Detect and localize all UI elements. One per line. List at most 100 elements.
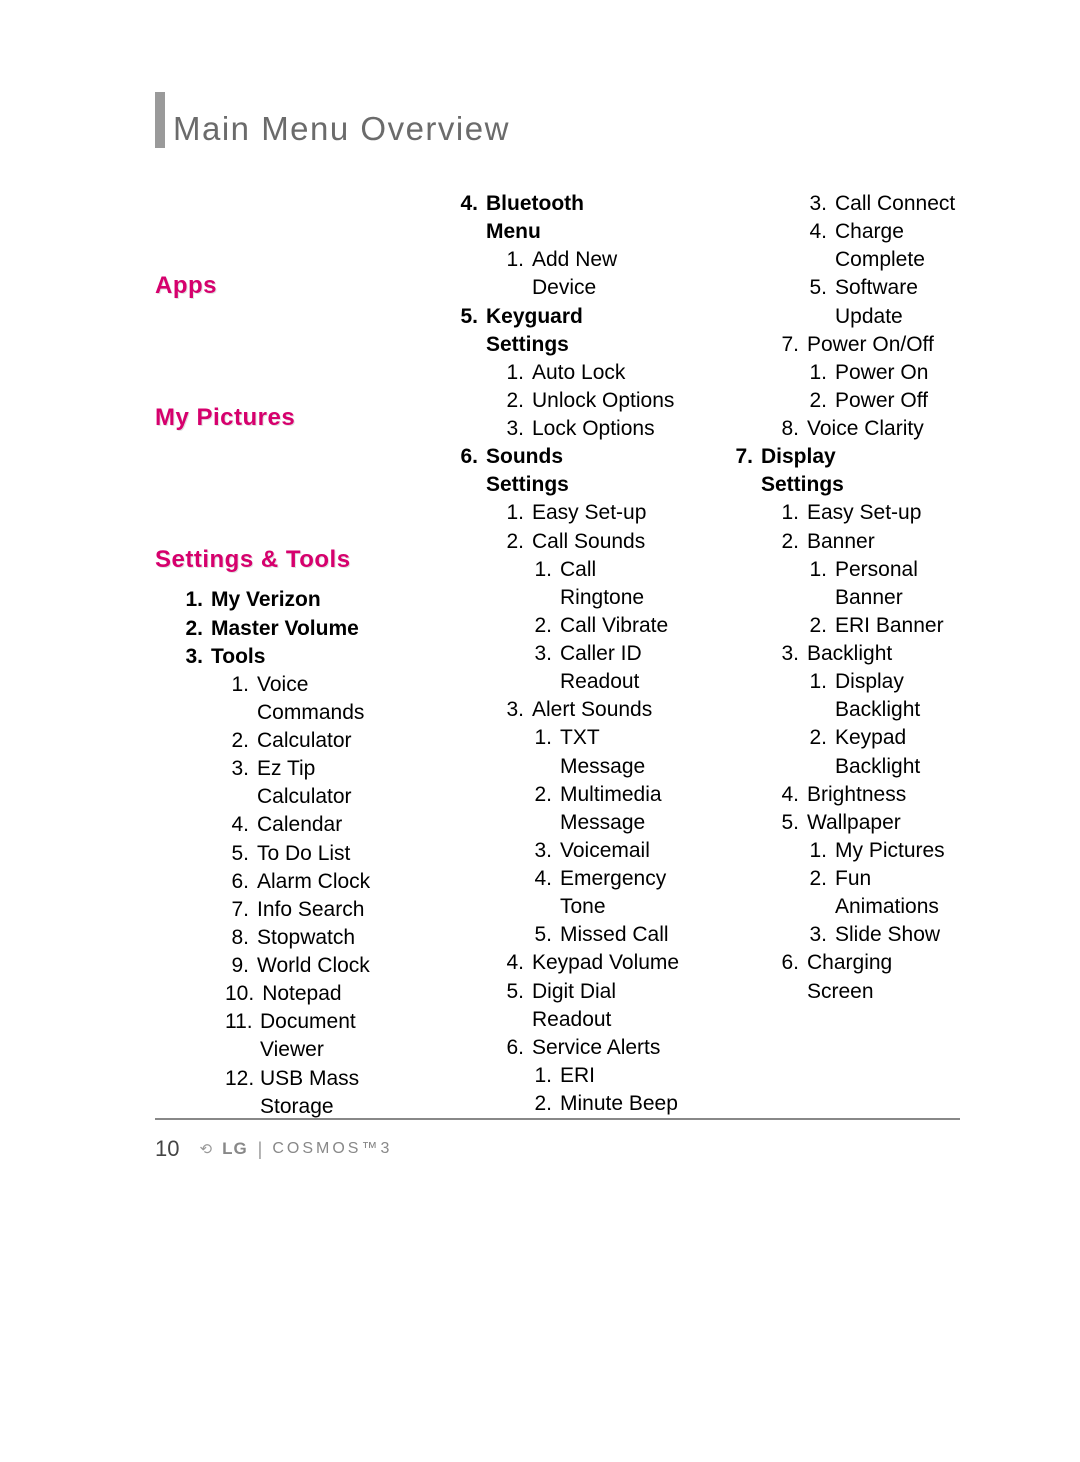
list-item: 5.Wallpaper xyxy=(775,809,960,837)
list-number: 2. xyxy=(809,724,827,780)
list-text: Caller ID Readout xyxy=(560,640,685,696)
list-text: Alarm Clock xyxy=(257,868,370,896)
list-number: 1. xyxy=(775,499,799,527)
list-item: 2.Banner xyxy=(775,528,960,556)
column-1: Apps My Pictures Settings & Tools 1.My V… xyxy=(155,190,410,1121)
list-number: 5. xyxy=(456,303,478,359)
list-item: 1.TXT Message xyxy=(534,724,685,780)
list-number: 10. xyxy=(225,980,254,1008)
list-number: 2. xyxy=(225,727,249,755)
list-number: 2. xyxy=(500,528,524,556)
list-text: Digit Dial Readout xyxy=(532,978,682,1034)
list-text: Keypad Backlight xyxy=(835,724,960,780)
list-item: 6.Charging Screen xyxy=(775,949,960,1005)
list-item: 10. Notepad xyxy=(225,980,410,1008)
list-item: 1.Display Backlight xyxy=(809,668,960,724)
list-number: 1. xyxy=(500,499,524,527)
list-item: 2.Unlock Options xyxy=(500,387,685,415)
list-number: 3. xyxy=(225,755,249,811)
list-number: 5. xyxy=(225,840,249,868)
list-number: 1. xyxy=(809,668,827,724)
list-text: Easy Set-up xyxy=(532,499,646,527)
list-number: 5. xyxy=(500,978,524,1034)
list-number: 8. xyxy=(225,924,249,952)
list-text: Auto Lock xyxy=(532,359,625,387)
list-number: 7. xyxy=(225,896,249,924)
list-number: 1. xyxy=(500,246,524,302)
list-item: 3.Alert Sounds xyxy=(500,696,685,724)
list-text: Display Backlight xyxy=(835,668,960,724)
list-number: 6. xyxy=(500,1034,524,1062)
list-number: 3. xyxy=(534,837,552,865)
page-footer: 10 ⟲ LG | cosmos™3 xyxy=(155,1118,960,1162)
list-number: 4. xyxy=(534,865,552,921)
list-number: 3. xyxy=(500,415,524,443)
list-text: World Clock xyxy=(257,952,370,980)
section-my-pictures: My Pictures xyxy=(155,402,410,434)
list-item: 3. Voicemail xyxy=(534,837,685,865)
list-number: 8. xyxy=(775,415,799,443)
list-number: 1. xyxy=(534,1062,552,1090)
list-number: 1. xyxy=(534,724,552,780)
list-item: 3.Lock Options xyxy=(500,415,685,443)
list-item: 4.Bluetooth Menu xyxy=(456,190,685,246)
list-text: To Do List xyxy=(257,840,350,868)
list-item: 5.Software Update xyxy=(809,274,960,330)
list-number: 2. xyxy=(181,615,203,643)
list-text: Tools xyxy=(211,643,265,671)
list-text: Voice Commands xyxy=(257,671,407,727)
list-item: 1.Voice Commands xyxy=(225,671,410,727)
list-item: 8. Voice Clarity xyxy=(775,415,960,443)
list-item: 3.Call Connect xyxy=(809,190,960,218)
list-text: Missed Call xyxy=(560,921,669,949)
list-text: Voice Clarity xyxy=(807,415,924,443)
list-number: 1. xyxy=(500,359,524,387)
list-item: 2.Fun Animations xyxy=(809,865,960,921)
list-item: 2.ERI Banner xyxy=(809,612,960,640)
list-text: Voicemail xyxy=(560,837,650,865)
list-number: 9. xyxy=(225,952,249,980)
page-title-wrap: Main Menu Overview xyxy=(155,110,960,148)
list-number: 2. xyxy=(534,781,552,837)
list-item: 3.Backlight xyxy=(775,640,960,668)
list-number: 1. xyxy=(534,556,552,612)
list-item: 3.Tools xyxy=(181,643,410,671)
list-item: 6.Sounds Settings xyxy=(456,443,685,499)
list-item: 7.Power On/Off xyxy=(775,331,960,359)
list-number: 6. xyxy=(225,868,249,896)
list-text: Ez Tip Calculator xyxy=(257,755,407,811)
list-item: 3.Ez Tip Calculator xyxy=(225,755,410,811)
list-item: 3.Slide Show xyxy=(809,921,960,949)
list-text: My Verizon xyxy=(211,586,321,614)
list-text: Emergency Tone xyxy=(560,865,685,921)
list-text: Brightness xyxy=(807,781,906,809)
list-text: Document Viewer xyxy=(260,1008,410,1064)
manual-page: Main Menu Overview Apps My Pictures Sett… xyxy=(0,0,1080,1462)
list-text: Charging Screen xyxy=(807,949,957,1005)
list-number: 3. xyxy=(809,921,827,949)
list-text: Call Sounds xyxy=(532,528,645,556)
list-text: Info Search xyxy=(257,896,364,924)
list-number: 3. xyxy=(775,640,799,668)
list-item: 12.USB Mass Storage xyxy=(225,1065,410,1121)
section-settings-tools: Settings & Tools xyxy=(155,544,410,576)
lg-swirl-icon: ⟲ xyxy=(199,1140,212,1158)
list-number: 4. xyxy=(775,781,799,809)
list-number: 6. xyxy=(456,443,478,499)
list-text: Calendar xyxy=(257,811,342,839)
list-number: 2. xyxy=(809,387,827,415)
settings-tools-list: 1.My Verizon2.Master Volume3.Tools1.Voic… xyxy=(155,586,410,1120)
list-text: Charge Complete xyxy=(835,218,960,274)
list-text: Call Ringtone xyxy=(560,556,685,612)
list-item: 9. World Clock xyxy=(225,952,410,980)
list-item: 1.My Verizon xyxy=(181,586,410,614)
list-number: 2. xyxy=(500,387,524,415)
list-number: 4. xyxy=(456,190,478,246)
list-text: Calculator xyxy=(257,727,352,755)
list-number: 6. xyxy=(775,949,799,1005)
list-number: 5. xyxy=(809,274,827,330)
list-text: Notepad xyxy=(262,980,341,1008)
list-number: 4. xyxy=(500,949,524,977)
list-item: 2.Master Volume xyxy=(181,615,410,643)
section-apps: Apps xyxy=(155,270,410,302)
